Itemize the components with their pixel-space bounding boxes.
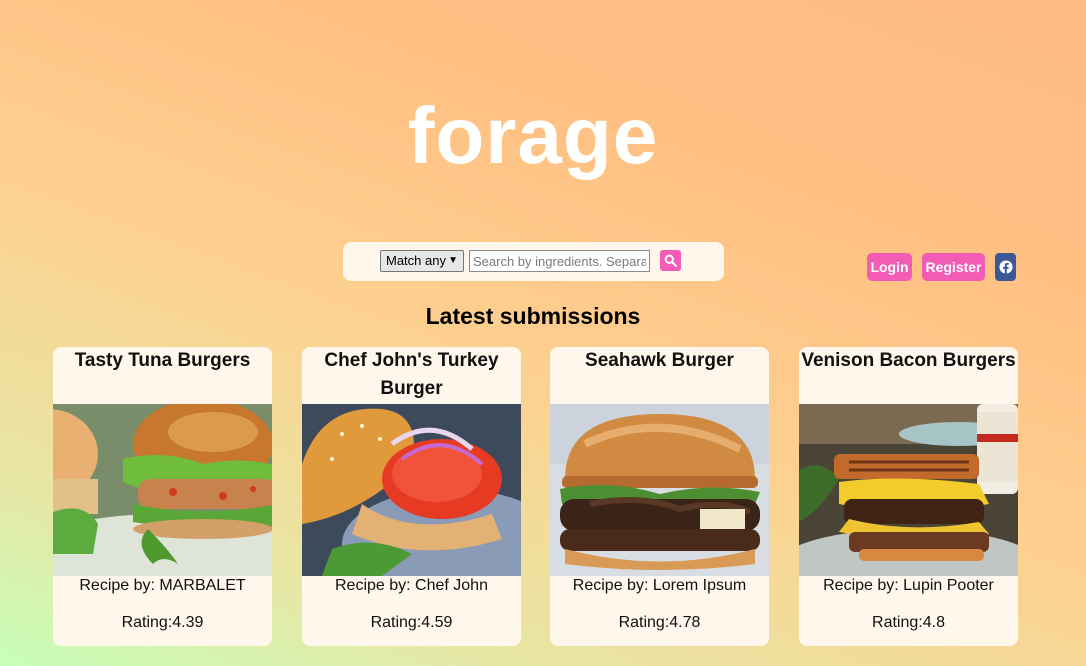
recipe-title[interactable]: Venison Bacon Burgers: [799, 347, 1018, 404]
recipe-card[interactable]: Chef John's Turkey Burger Recipe by: Che…: [302, 347, 521, 646]
facebook-button[interactable]: [995, 253, 1016, 281]
recipe-card[interactable]: Tasty Tuna Burgers Recipe by: MARBALET R…: [53, 347, 272, 646]
tuna-burger-photo[interactable]: [53, 404, 272, 576]
recipe-author: Recipe by: MARBALET: [79, 577, 246, 594]
recipe-title[interactable]: Seahawk Burger: [550, 347, 769, 404]
seahawk-burger-photo[interactable]: [550, 404, 769, 576]
site-logo[interactable]: forage: [0, 88, 1066, 184]
search-bar: Match any ▼: [343, 242, 724, 281]
recipe-rating: Rating:4.78: [618, 614, 701, 631]
recipe-title[interactable]: Chef John's Turkey Burger: [302, 347, 521, 404]
search-icon: [664, 254, 677, 267]
recipe-card[interactable]: Seahawk Burger Recipe by: Lorem Ipsum Ra…: [550, 347, 769, 646]
facebook-icon: [998, 260, 1013, 274]
recipe-rating: Rating:4.39: [121, 614, 204, 631]
recipe-rating: Rating:4.8: [872, 614, 945, 631]
login-button[interactable]: Login: [867, 253, 912, 281]
recipe-card[interactable]: Venison Bacon Burgers Recipe by: Lupin P…: [799, 347, 1018, 646]
recipe-author: Recipe by: Chef John: [335, 577, 488, 594]
match-mode-label: Match any: [386, 253, 446, 268]
turkey-burger-photo[interactable]: [302, 404, 521, 576]
match-mode-select[interactable]: Match any ▼: [380, 250, 464, 272]
recipe-title[interactable]: Tasty Tuna Burgers: [53, 347, 272, 404]
recipe-author: Recipe by: Lupin Pooter: [823, 577, 994, 594]
search-input[interactable]: [469, 250, 650, 272]
venison-burger-photo[interactable]: [799, 404, 1018, 576]
register-button[interactable]: Register: [922, 253, 985, 281]
section-title: Latest submissions: [425, 303, 641, 329]
chevron-down-icon: ▼: [448, 255, 458, 266]
search-button[interactable]: [660, 250, 681, 271]
recipe-rating: Rating:4.59: [370, 614, 453, 631]
recipe-author: Recipe by: Lorem Ipsum: [572, 577, 747, 594]
